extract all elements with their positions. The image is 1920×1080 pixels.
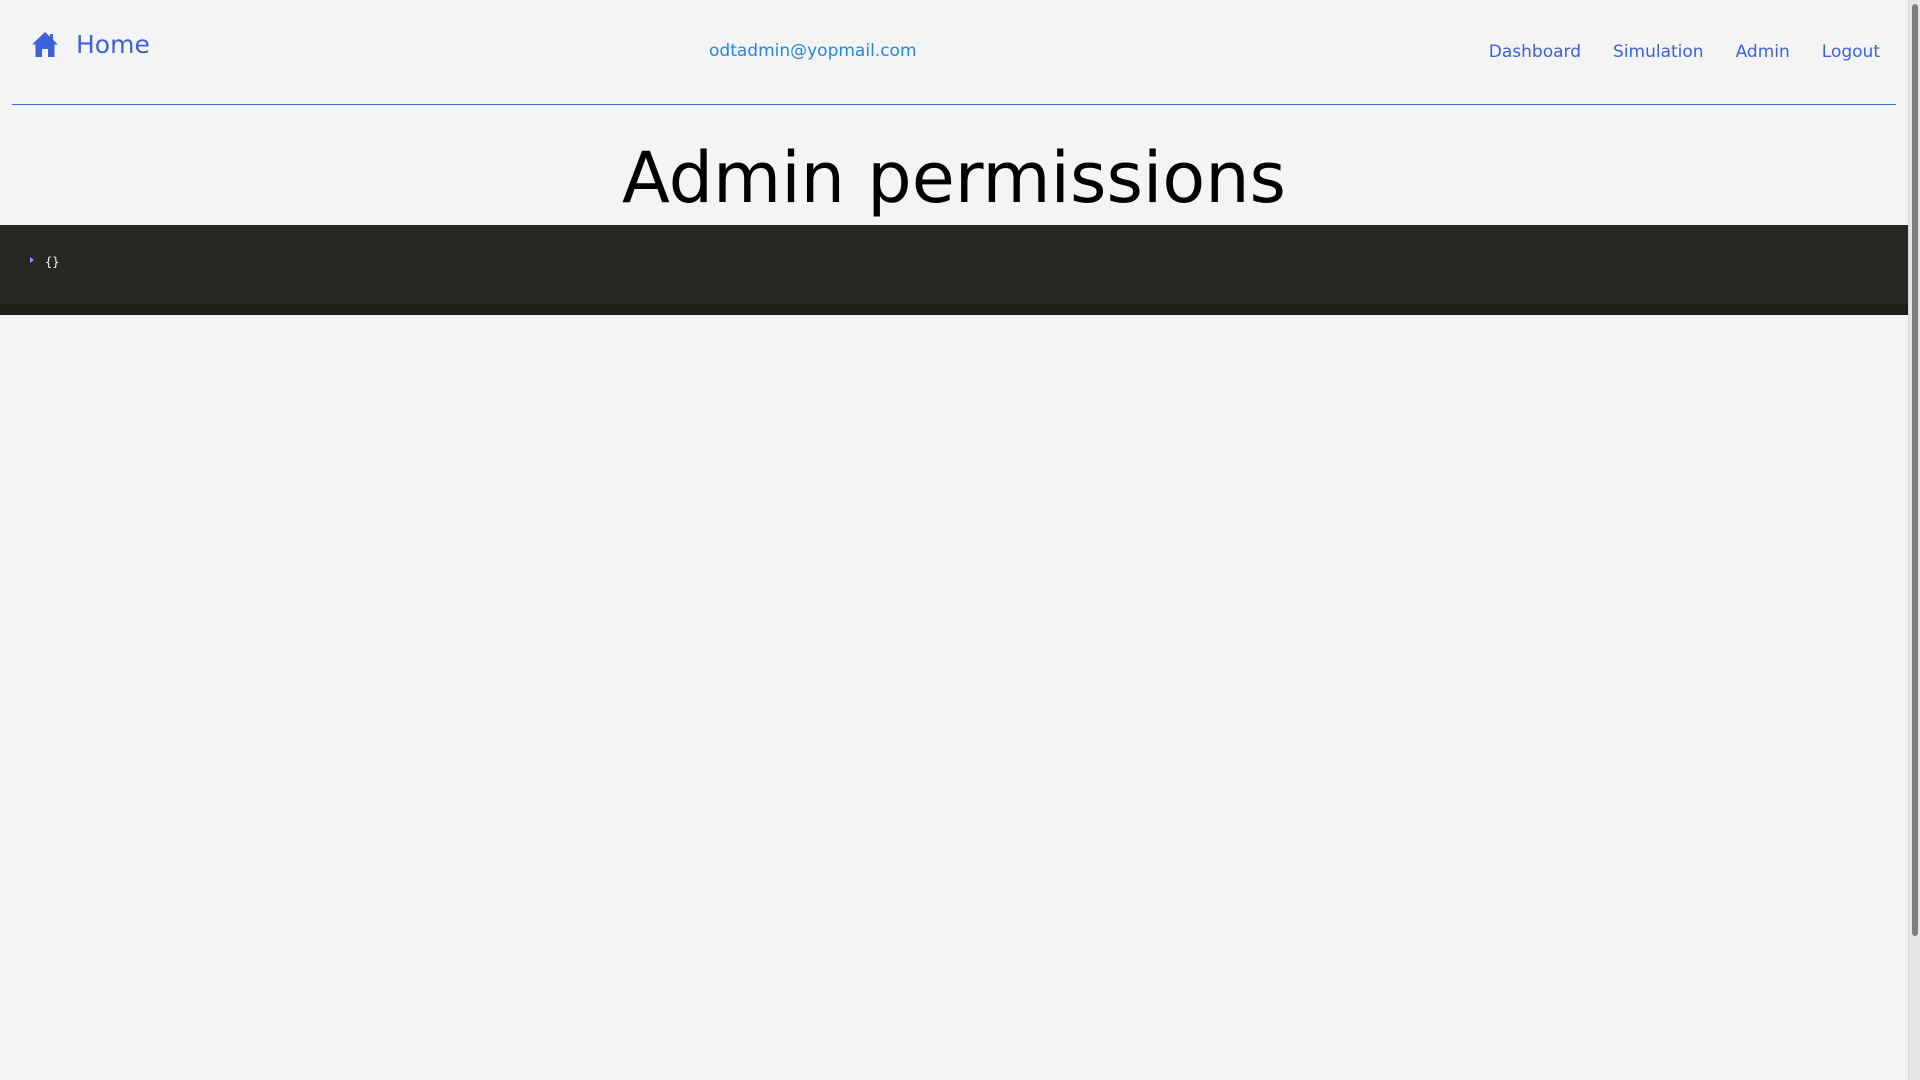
page: Home odtadmin@yopmail.com Dashboard Simu… xyxy=(0,0,1920,1080)
scrollbar-thumb[interactable] xyxy=(1912,4,1918,936)
home-label: Home xyxy=(76,30,150,59)
nav-links: Dashboard Simulation Admin Logout xyxy=(1457,41,1880,63)
home-link[interactable]: Home xyxy=(30,30,150,60)
page-title: Admin permissions xyxy=(621,137,1287,219)
vertical-scrollbar[interactable] xyxy=(1908,0,1920,1080)
json-viewer: {} xyxy=(0,225,1908,315)
nav-link-dashboard[interactable]: Dashboard xyxy=(1489,41,1581,63)
nav-link-simulation[interactable]: Simulation xyxy=(1613,41,1704,63)
navbar: Home odtadmin@yopmail.com Dashboard Simu… xyxy=(12,0,1896,105)
json-root-row: {} xyxy=(30,255,59,269)
nav-link-logout[interactable]: Logout xyxy=(1822,41,1880,63)
user-email-link[interactable]: odtadmin@yopmail.com xyxy=(709,41,917,61)
json-viewer-footer xyxy=(0,304,1908,315)
nav-link-admin[interactable]: Admin xyxy=(1736,41,1790,63)
expand-caret-icon[interactable] xyxy=(30,257,34,263)
home-icon xyxy=(30,30,60,60)
main-content: Home odtadmin@yopmail.com Dashboard Simu… xyxy=(0,0,1908,1080)
json-root-value: {} xyxy=(45,255,60,269)
